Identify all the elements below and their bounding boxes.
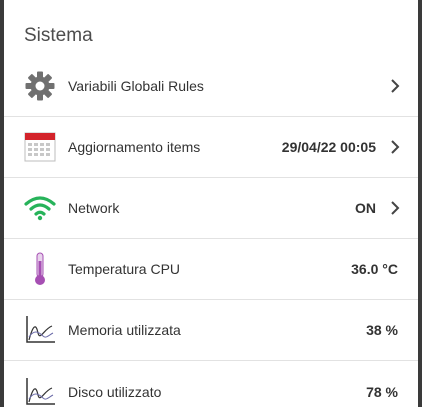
row-disk-usage: Disco utilizzato 78 % <box>4 361 418 407</box>
calendar-icon <box>23 130 57 164</box>
line-chart-icon <box>23 375 57 407</box>
row-label: Aggiornamento items <box>68 139 201 155</box>
row-value: 38 % <box>366 322 398 338</box>
thermometer-icon <box>23 252 57 286</box>
row-network[interactable]: Network ON <box>4 178 418 239</box>
chevron-right-icon[interactable] <box>386 138 404 156</box>
row-label: Temperatura CPU <box>68 261 181 277</box>
section-title: Sistema <box>24 25 93 46</box>
row-label: Variabili Globali Rules <box>68 78 204 94</box>
row-label: Network <box>68 200 120 216</box>
row-value: ON <box>355 200 376 216</box>
chevron-right-icon[interactable] <box>386 77 404 95</box>
row-memory-usage: Memoria utilizzata 38 % <box>4 300 418 361</box>
system-card: Sistema Variabili Globali Rules Aggiorna… <box>4 0 418 407</box>
row-items-update[interactable]: Aggiornamento items 29/04/22 00:05 <box>4 117 418 178</box>
row-label: Memoria utilizzata <box>68 322 181 338</box>
wifi-icon <box>23 191 57 225</box>
row-value: 29/04/22 00:05 <box>281 139 376 155</box>
chevron-right-icon[interactable] <box>386 199 404 217</box>
row-global-variables[interactable]: Variabili Globali Rules <box>4 56 418 117</box>
row-value: 36.0 °C <box>351 261 398 277</box>
row-value: 78 % <box>366 383 398 400</box>
line-chart-icon <box>23 313 57 347</box>
gear-icon <box>23 69 57 103</box>
row-cpu-temperature: Temperatura CPU 36.0 °C <box>4 239 418 300</box>
row-label: Disco utilizzato <box>68 383 162 400</box>
